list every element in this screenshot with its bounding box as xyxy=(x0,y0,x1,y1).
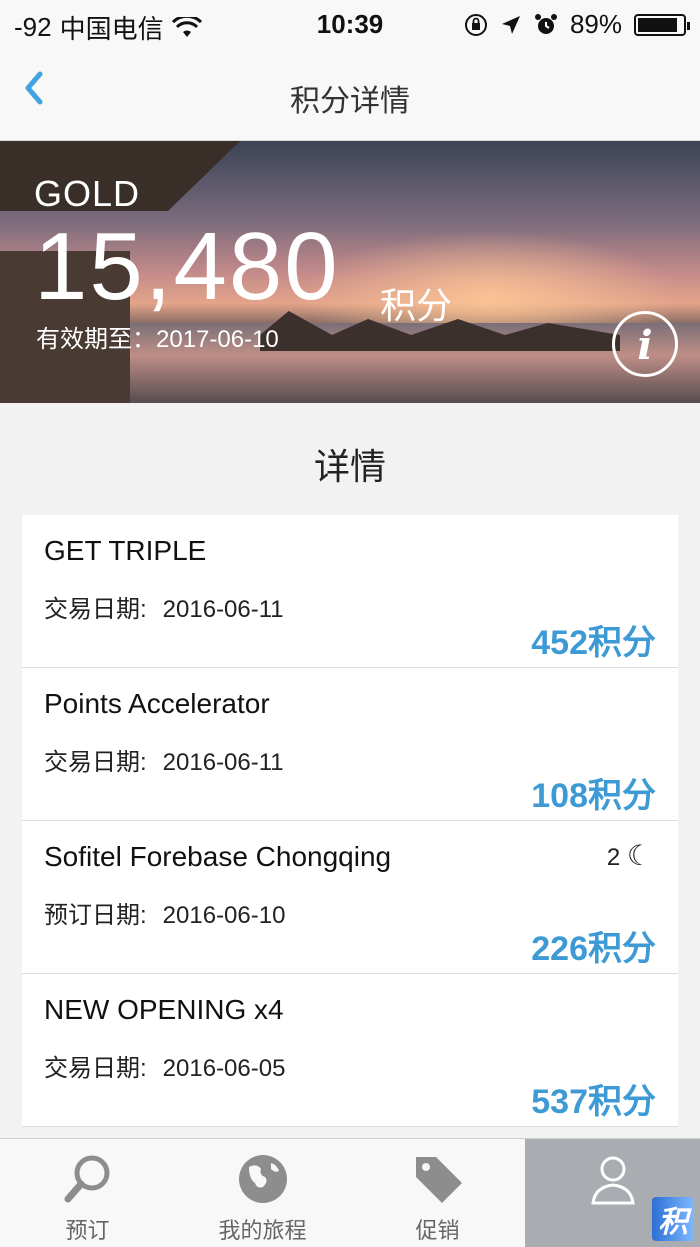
date-value: 2016-06-11 xyxy=(162,596,284,623)
transaction-name: GET TRIPLE xyxy=(44,535,207,566)
tier-label: GOLD xyxy=(34,173,141,214)
rotation-lock-icon xyxy=(464,13,487,36)
tab-label: 预订 xyxy=(65,1218,110,1243)
date-label: 交易日期: xyxy=(44,749,147,776)
points-unit: 积分 xyxy=(380,285,453,326)
nav-bar: 积分详情 xyxy=(0,48,700,141)
info-button[interactable]: i xyxy=(612,311,678,377)
date-label: 交易日期: xyxy=(44,596,147,623)
status-bar: -92 中国电信 10:39 89% xyxy=(0,0,700,48)
nights-count: 2 ☾ xyxy=(607,839,652,872)
battery-percent: 89% xyxy=(569,9,622,39)
list-item[interactable]: GET TRIPLE 交易日期: 2016-06-11 452积分 xyxy=(22,515,678,668)
tag-icon xyxy=(415,1157,462,1203)
date-value: 2016-06-05 xyxy=(162,1055,286,1082)
date-value: 2016-06-11 xyxy=(162,749,284,776)
tab-account[interactable]: 积 xyxy=(525,1139,700,1247)
globe-icon xyxy=(238,1155,287,1203)
date-value: 2016-06-10 xyxy=(162,902,286,929)
list-item[interactable]: Points Accelerator 交易日期: 2016-06-11 108积分 xyxy=(22,668,678,821)
moon-icon: ☾ xyxy=(626,840,652,871)
tab-promotions[interactable]: 促销 xyxy=(350,1139,525,1247)
date-label: 预订日期: xyxy=(44,902,147,929)
nights-value: 2 xyxy=(606,844,621,871)
transaction-date: 交易日期: 2016-06-05 xyxy=(44,1048,285,1083)
points-hero-banner: GOLD 15,480 积分 有效期至：2017-06-10 i xyxy=(0,141,700,403)
watermark-logo: 积 xyxy=(652,1197,694,1241)
transaction-date: 预订日期: 2016-06-10 xyxy=(44,895,285,930)
tab-my-trips[interactable]: 我的旅程 xyxy=(175,1139,350,1247)
tab-booking[interactable]: 预订 xyxy=(0,1139,175,1247)
transaction-date: 交易日期: 2016-06-11 xyxy=(44,589,284,624)
date-label: 交易日期: xyxy=(44,1055,147,1082)
status-right: 89% xyxy=(464,9,690,40)
transaction-points: 537积分 xyxy=(531,1083,656,1121)
points-expiry: 有效期至：2017-06-10 xyxy=(36,319,279,354)
expiry-date: 2017-06-10 xyxy=(156,326,279,353)
transaction-points: 226积分 xyxy=(531,930,656,968)
page-title: 积分详情 xyxy=(290,85,410,118)
alarm-icon xyxy=(534,13,557,34)
battery-icon xyxy=(634,13,690,36)
transaction-name: Points Accelerator xyxy=(44,688,270,719)
section-title: 详情 xyxy=(313,446,386,487)
transaction-list: GET TRIPLE 交易日期: 2016-06-11 452积分 Points … xyxy=(22,515,678,1127)
person-icon xyxy=(590,1156,635,1205)
expiry-label: 有效期至： xyxy=(36,326,156,353)
points-balance: 15,480 xyxy=(34,213,340,320)
transaction-name: Sofitel Forebase Chongqing xyxy=(44,841,392,872)
list-item[interactable]: NEW OPENING x4 交易日期: 2016-06-05 537积分 xyxy=(22,974,678,1127)
tab-label: 促销 xyxy=(415,1218,460,1243)
tab-bar: 预订 我的旅程 促销 积 xyxy=(0,1138,700,1247)
transaction-points: 108积分 xyxy=(531,777,656,815)
transaction-name: NEW OPENING x4 xyxy=(44,994,284,1025)
search-icon xyxy=(64,1155,109,1203)
tab-label: 我的旅程 xyxy=(218,1218,307,1243)
transaction-date: 交易日期: 2016-06-11 xyxy=(44,742,284,777)
transaction-points: 452积分 xyxy=(531,624,656,662)
location-arrow-icon xyxy=(501,15,520,34)
list-item[interactable]: Sofitel Forebase Chongqing 2 ☾ 预订日期: 2016… xyxy=(22,821,678,974)
